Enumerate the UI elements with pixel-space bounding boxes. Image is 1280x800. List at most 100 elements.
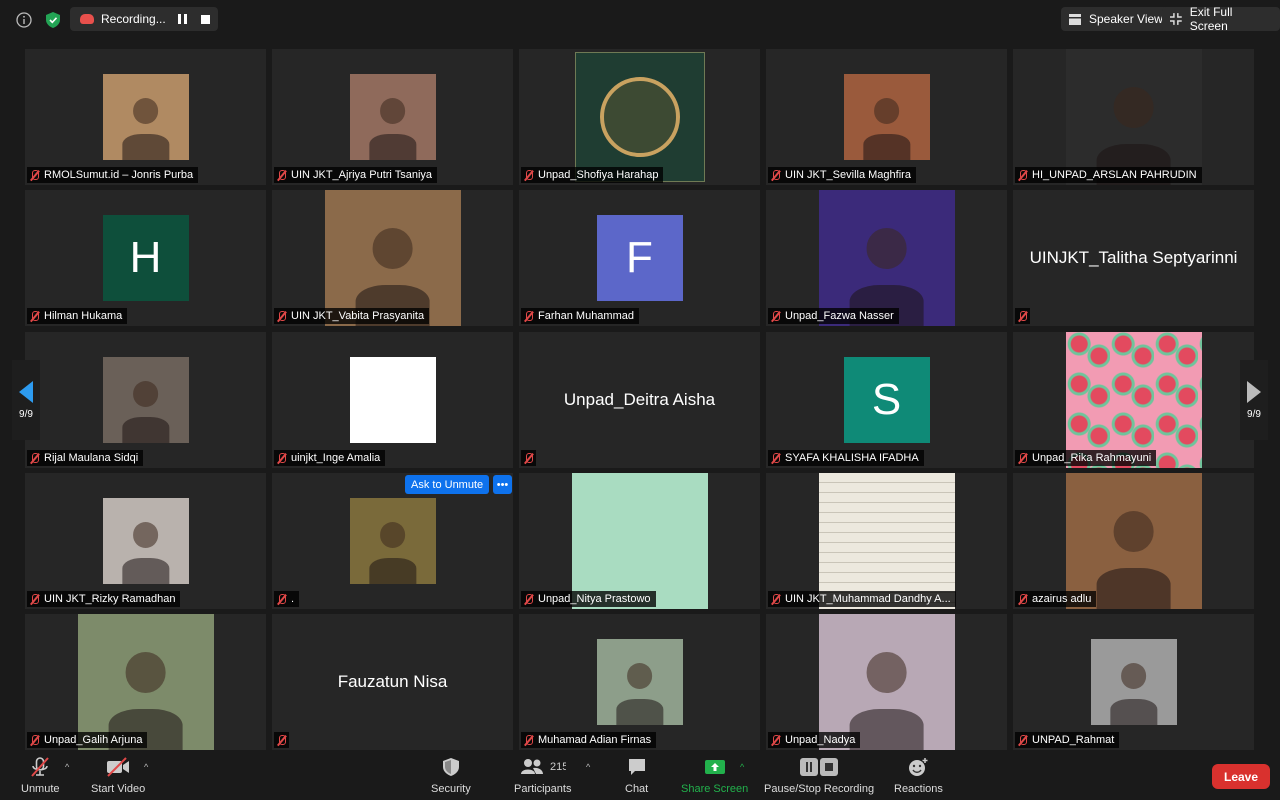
participant-name-tag: UNPAD_Rahmat <box>1015 732 1120 748</box>
participant-name-label: azairus adlu <box>1032 593 1092 605</box>
share-options-caret-icon[interactable]: ^ <box>740 762 744 772</box>
exit-full-screen-button[interactable]: Exit Full Screen <box>1162 5 1280 33</box>
participant-tile[interactable]: S SYAFA KHALISHA IFADHA <box>766 332 1007 468</box>
muted-microphone-icon <box>523 593 534 605</box>
participant-name-label: Unpad_Nadya <box>785 734 856 746</box>
stop-recording-icon[interactable] <box>201 14 210 24</box>
participant-name-label: Muhamad Adian Firnas <box>538 734 652 746</box>
participant-profile-photo <box>1065 49 1202 185</box>
participant-name-tag <box>521 450 536 466</box>
audio-options-caret-icon[interactable]: ^ <box>65 762 69 772</box>
person-silhouette-icon <box>132 98 159 124</box>
participant-tile[interactable]: Unpad_Nitya Prastowo <box>519 473 760 609</box>
participant-tile[interactable]: Unpad_Nadya <box>766 614 1007 750</box>
participant-emblem-image <box>574 52 705 182</box>
participant-name-tag: Muhamad Adian Firnas <box>521 732 657 748</box>
start-video-button[interactable]: Start Video <box>91 756 145 795</box>
participant-tile[interactable]: UIN JKT_Vabita Prasyanita <box>272 190 513 326</box>
participant-profile-photo <box>818 190 955 326</box>
muted-microphone-icon <box>276 169 287 181</box>
participant-name-tag: Unpad_Galih Arjuna <box>27 732 148 748</box>
participant-name-label: UIN JKT_Rizky Ramadhan <box>44 593 176 605</box>
video-options-caret-icon[interactable]: ^ <box>144 762 148 772</box>
start-video-label: Start Video <box>91 783 146 795</box>
speaker-view-button[interactable]: Speaker View <box>1061 7 1171 31</box>
participant-tile[interactable]: azairus adlu <box>1013 473 1254 609</box>
video-off-icon <box>105 756 131 778</box>
participant-name-label: RMOLSumut.id – Jonris Purba <box>44 169 194 181</box>
participant-name-label: UIN JKT_Vabita Prasyanita <box>291 310 425 322</box>
reactions-button[interactable]: Reactions <box>894 756 943 795</box>
person-silhouette-icon <box>372 228 413 269</box>
participant-tile[interactable]: UIN JKT_Sevilla Maghfira <box>766 49 1007 185</box>
participant-name-tag: Hilman Hukama <box>27 308 128 324</box>
muted-microphone-icon <box>1017 452 1028 464</box>
participant-name-label: UIN JKT_Ajriya Putri Tsaniya <box>291 169 433 181</box>
participant-tile[interactable]: Unpad_Rika Rahmayuni <box>1013 332 1254 468</box>
participant-tile[interactable]: Unpad_Shofiya Harahap <box>519 49 760 185</box>
ask-to-unmute-button[interactable]: Ask to Unmute <box>405 475 490 494</box>
pause-stop-recording-label: Pause/Stop Recording <box>764 783 875 795</box>
participant-display-name: Unpad_Deitra Aisha <box>563 390 716 409</box>
participant-name-label: Unpad_Shofiya Harahap <box>538 169 659 181</box>
muted-microphone-icon <box>1017 734 1028 746</box>
security-button[interactable]: Security <box>431 756 471 795</box>
participant-tile[interactable]: HI_UNPAD_ARSLAN PAHRUDIN <box>1013 49 1254 185</box>
participants-icon: 215 <box>520 756 566 778</box>
person-silhouette-icon <box>132 522 159 548</box>
muted-microphone-icon <box>276 593 287 605</box>
participants-button[interactable]: 215 Participants <box>514 756 571 795</box>
speaker-view-label: Speaker View <box>1089 12 1163 26</box>
participant-tile[interactable]: F Farhan Muhammad <box>519 190 760 326</box>
participant-name-tag: . <box>274 591 300 607</box>
person-body-icon <box>368 134 417 160</box>
recording-label: Recording... <box>101 12 166 26</box>
unmute-button[interactable]: Unmute <box>21 756 60 795</box>
participant-count: 215 <box>550 761 566 773</box>
more-options-button[interactable]: ••• <box>493 475 512 494</box>
next-page-button[interactable]: 9/9 <box>1240 360 1268 440</box>
participant-tile[interactable]: Rijal Maulana Sidqi <box>25 332 266 468</box>
participant-tile[interactable]: UINJKT_Talitha Septyarinni <box>1013 190 1254 326</box>
participant-tile[interactable]: Muhamad Adian Firnas <box>519 614 760 750</box>
pause-recording-icon[interactable] <box>178 14 187 24</box>
participant-tile[interactable]: H Hilman Hukama <box>25 190 266 326</box>
reactions-label: Reactions <box>894 783 943 795</box>
participant-tile[interactable]: Unpad_Deitra Aisha <box>519 332 760 468</box>
participant-name-tag: Unpad_Shofiya Harahap <box>521 167 664 183</box>
participant-name-label: . <box>291 593 295 605</box>
person-body-icon <box>121 558 170 584</box>
participants-options-caret-icon[interactable]: ^ <box>586 762 590 772</box>
participant-profile-photo <box>102 74 189 160</box>
share-screen-button[interactable]: Share Screen <box>681 756 748 795</box>
participant-tile[interactable]: UIN JKT_Rizky Ramadhan <box>25 473 266 609</box>
participant-tile[interactable]: UIN JKT_Muhammad Dandhy A... <box>766 473 1007 609</box>
info-icon[interactable] <box>13 9 35 31</box>
participant-tile[interactable]: Unpad_Fazwa Nasser <box>766 190 1007 326</box>
participant-initial-avatar: S <box>843 357 930 443</box>
participant-profile-photo <box>596 639 683 725</box>
participant-tile[interactable]: Unpad_Galih Arjuna <box>25 614 266 750</box>
participant-name-tag: Unpad_Fazwa Nasser <box>768 308 899 324</box>
pause-stop-recording-button[interactable]: Pause/Stop Recording <box>764 756 874 795</box>
participant-name-label: UNPAD_Rahmat <box>1032 734 1115 746</box>
participant-tile[interactable]: UIN JKT_Ajriya Putri Tsaniya <box>272 49 513 185</box>
encryption-shield-icon[interactable] <box>42 9 64 31</box>
emoji-reaction-icon <box>907 756 929 778</box>
participant-tile[interactable]: UNPAD_Rahmat <box>1013 614 1254 750</box>
person-body-icon <box>121 134 170 160</box>
participant-name-tag: RMOLSumut.id – Jonris Purba <box>27 167 199 183</box>
participant-name-tag: azairus adlu <box>1015 591 1097 607</box>
person-silhouette-icon <box>379 98 406 124</box>
muted-microphone-icon <box>29 593 40 605</box>
previous-page-button[interactable]: 9/9 <box>12 360 40 440</box>
chat-button[interactable]: Chat <box>625 756 648 795</box>
leave-meeting-button[interactable]: Leave <box>1212 764 1270 789</box>
participant-tile[interactable]: uinjkt_Inge Amalia <box>272 332 513 468</box>
participant-name-label: Rijal Maulana Sidqi <box>44 452 139 464</box>
gold-emblem-icon <box>599 77 680 157</box>
person-body-icon <box>121 417 170 443</box>
participant-tile[interactable]: RMOLSumut.id – Jonris Purba <box>25 49 266 185</box>
participant-display-name: Fauzatun Nisa <box>337 672 448 691</box>
participant-tile[interactable]: Fauzatun Nisa <box>272 614 513 750</box>
